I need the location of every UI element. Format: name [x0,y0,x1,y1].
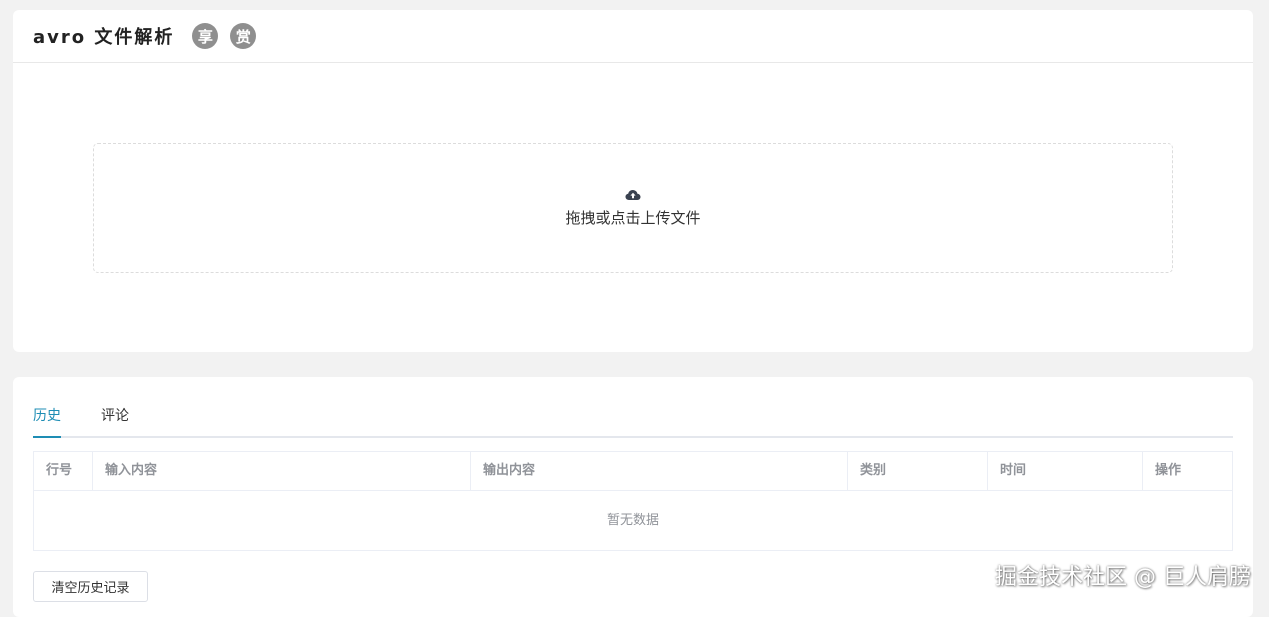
column-header-type: 类别 [848,452,988,490]
tab-history[interactable]: 历史 [33,405,61,438]
watermark: 掘金技术社区 @ 巨人肩膀 [995,565,1251,590]
page-title: avro 文件解析 [33,27,175,48]
column-header-line-no: 行号 [34,452,93,490]
tab-bar: 历史 评论 [33,405,1233,438]
cloud-upload-icon [625,189,641,200]
clear-history-button[interactable]: 清空历史记录 [33,571,148,602]
upload-hint: 拖拽或点击上传文件 [565,208,701,227]
column-header-time: 时间 [988,452,1143,490]
table-header: 行号 输入内容 输出内容 类别 时间 操作 [34,452,1232,491]
column-header-input: 输入内容 [93,452,471,490]
column-header-output: 输出内容 [471,452,848,490]
parser-card: avro 文件解析 享 赏 拖拽或点击上传文件 [13,10,1253,352]
reward-badge[interactable]: 赏 [230,23,257,49]
upload-dropzone[interactable]: 拖拽或点击上传文件 [93,143,1173,273]
tab-comments[interactable]: 评论 [101,405,129,436]
history-table: 行号 输入内容 输出内容 类别 时间 操作 暂无数据 [33,451,1233,551]
page-header: avro 文件解析 享 赏 [13,10,1253,63]
column-header-actions: 操作 [1155,463,1182,478]
table-empty-text: 暂无数据 [606,513,659,528]
share-badge[interactable]: 享 [192,23,219,49]
